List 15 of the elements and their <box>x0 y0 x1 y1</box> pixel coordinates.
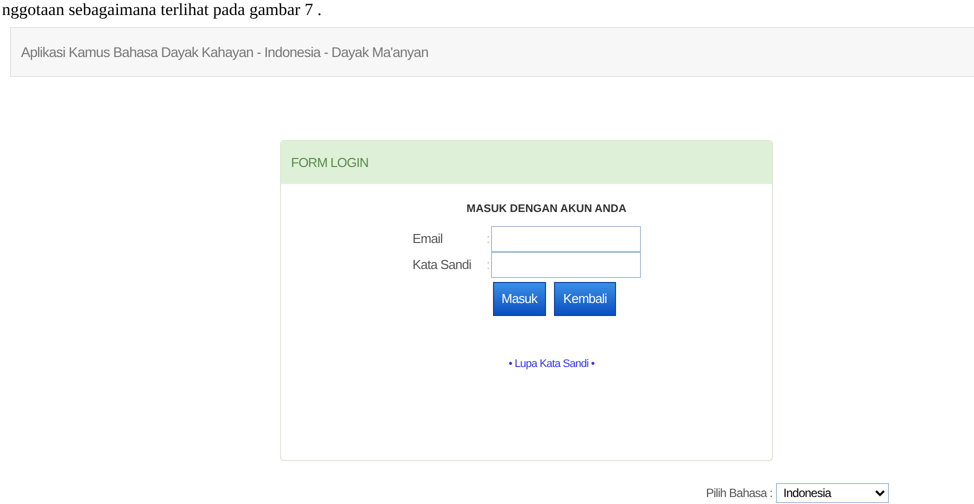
forgot-password-link[interactable]: • Lupa Kata Sandi • <box>508 356 594 372</box>
field-separator: : <box>486 230 490 248</box>
language-label: Pilih Bahasa : <box>706 485 772 502</box>
language-select[interactable]: Indonesia <box>776 483 890 503</box>
form-heading: MASUK DENGAN AKUN ANDA <box>466 202 626 217</box>
input-field[interactable] <box>490 252 640 278</box>
input-field[interactable] <box>490 226 640 252</box>
field-label: Email <box>412 230 444 248</box>
field-separator: : <box>486 256 490 274</box>
form-button[interactable]: Masuk <box>492 282 546 316</box>
form-button[interactable]: Kembali <box>554 282 616 316</box>
navbar-brand[interactable]: Aplikasi Kamus Bahasa Dayak Kahayan - Indonesia - Dayak Ma'anyan <box>21 42 428 62</box>
document-text: nggotaan sebagaimana terlihat pada gambar 7 . <box>1 0 323 21</box>
panel-title: FORM LOGIN <box>291 154 368 172</box>
field-label: Kata Sandi <box>412 256 472 274</box>
